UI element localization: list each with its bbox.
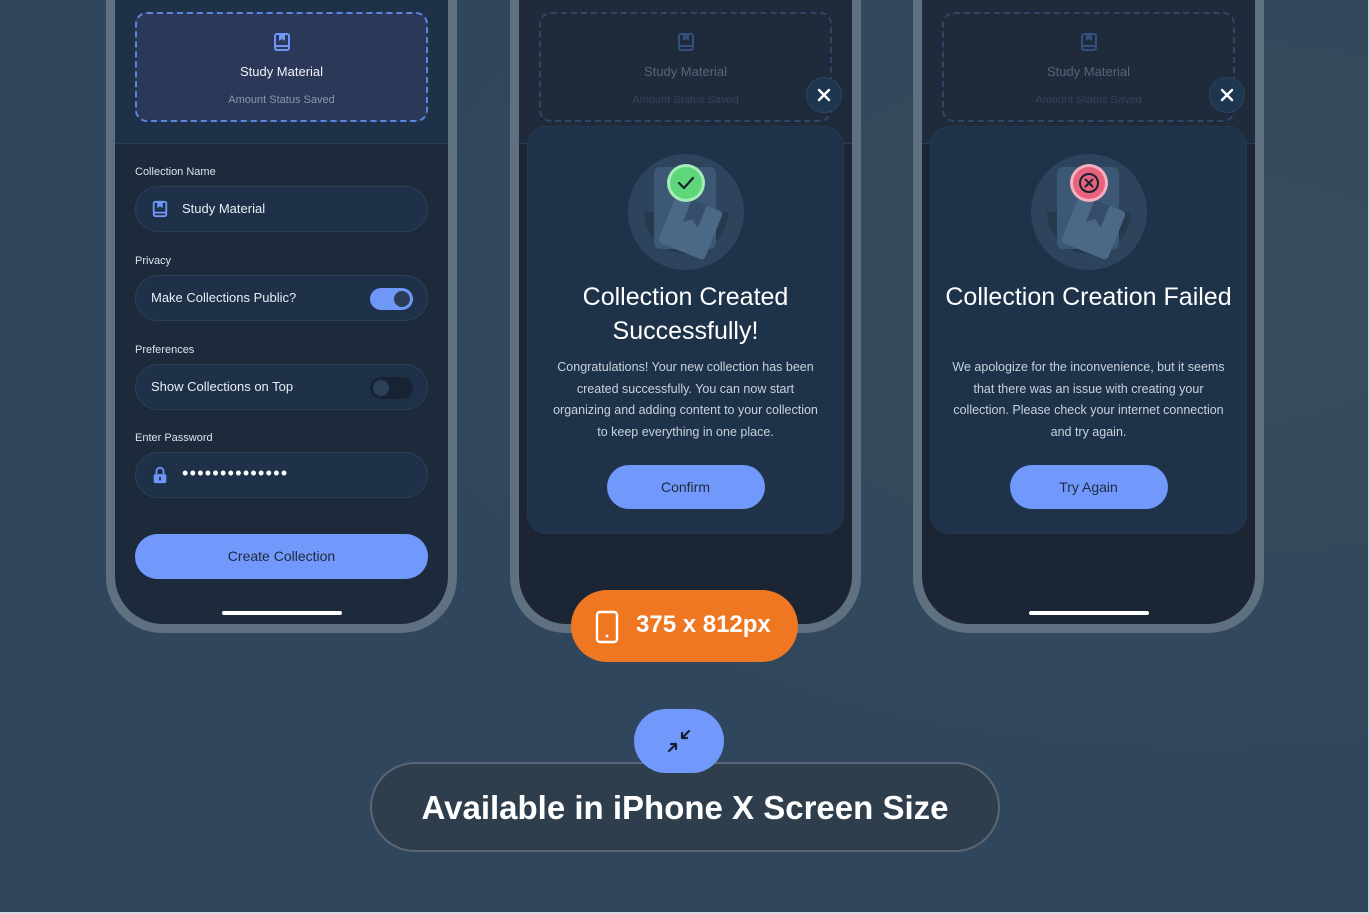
confirm-button[interactable]: Confirm (606, 465, 765, 509)
toggle-knob (373, 380, 389, 396)
try-again-button[interactable]: Try Again (1009, 465, 1168, 509)
password-value: •••••••••••••• (182, 463, 289, 483)
header-area: Study Material Amount Status Saved (519, 0, 852, 144)
header-area: Study Material Amount Status Saved (115, 0, 448, 144)
phone-icon (595, 610, 619, 644)
screen: Study Material Amount Status Saved Colle… (115, 0, 448, 624)
lock-icon (153, 466, 167, 484)
modal-message: We apologize for the inconvenience, but … (952, 360, 1225, 439)
collapse-button[interactable] (634, 709, 724, 773)
show-on-top-toggle[interactable] (370, 377, 413, 399)
collection-name-value: Study Material (182, 201, 266, 216)
close-button[interactable] (806, 77, 842, 113)
collapse-arrows-icon (667, 729, 691, 753)
create-collection-button[interactable]: Create Collection (135, 534, 428, 579)
privacy-row: Make Collections Public? (135, 275, 428, 321)
preferences-text: Show Collections on Top (151, 379, 294, 394)
screen: Study Material Amount Status Saved Colle… (922, 0, 1255, 624)
public-toggle[interactable] (370, 288, 413, 310)
header-area: Study Material Amount Status Saved (922, 0, 1255, 144)
upload-card-title: Study Material (643, 64, 728, 79)
upload-card-subtitle: Amount Status Saved (1035, 94, 1142, 106)
error-modal: Collection Creation Failed We apologize … (930, 126, 1247, 534)
privacy-text: Make Collections Public? (151, 290, 297, 305)
phone-success-screen: Study Material Amount Status Saved Colle… (510, 0, 861, 633)
availability-title: Available in iPhone X Screen Size (421, 789, 949, 826)
privacy-label: Privacy (135, 255, 172, 267)
success-modal: Collection Created Successfully! Congrat… (527, 126, 844, 534)
book-icon (1080, 33, 1097, 51)
upload-card: Study Material Amount Status Saved (942, 12, 1235, 122)
close-icon (817, 88, 831, 102)
collection-name-input[interactable]: Study Material (135, 186, 428, 232)
upload-card-title: Study Material (1046, 64, 1131, 79)
password-label: Enter Password (135, 432, 213, 444)
phone-form-screen: Study Material Amount Status Saved Colle… (106, 0, 457, 633)
screen: Study Material Amount Status Saved Colle… (519, 0, 852, 624)
modal-title: Collection Created Successfully! (582, 283, 789, 345)
book-icon (152, 200, 168, 218)
upload-card: Study Material Amount Status Saved (539, 12, 832, 122)
phone-error-screen: Study Material Amount Status Saved Colle… (913, 0, 1264, 633)
home-indicator (1028, 611, 1149, 615)
collection-name-label: Collection Name (135, 166, 216, 178)
close-icon (1220, 88, 1234, 102)
collection-illustration (1030, 154, 1147, 270)
modal-message: Congratulations! Your new collection has… (553, 360, 818, 439)
book-icon (273, 33, 290, 51)
password-input[interactable]: •••••••••••••• (135, 452, 428, 498)
upload-card[interactable]: Study Material Amount Status Saved (135, 12, 428, 122)
close-button[interactable] (1209, 77, 1245, 113)
screen-size-text: 375 x 812px (636, 611, 771, 638)
upload-card-title: Study Material (239, 64, 324, 79)
modal-title: Collection Creation Failed (945, 283, 1232, 311)
preferences-label: Preferences (135, 344, 195, 356)
upload-card-subtitle: Amount Status Saved (228, 94, 335, 106)
home-indicator (221, 611, 342, 615)
toggle-knob (394, 291, 410, 307)
preferences-row: Show Collections on Top (135, 364, 428, 410)
availability-banner: Available in iPhone X Screen Size (370, 762, 1000, 852)
book-icon (677, 33, 694, 51)
screen-size-badge: 375 x 812px (571, 590, 798, 662)
upload-card-subtitle: Amount Status Saved (632, 94, 739, 106)
collection-illustration (627, 154, 744, 270)
